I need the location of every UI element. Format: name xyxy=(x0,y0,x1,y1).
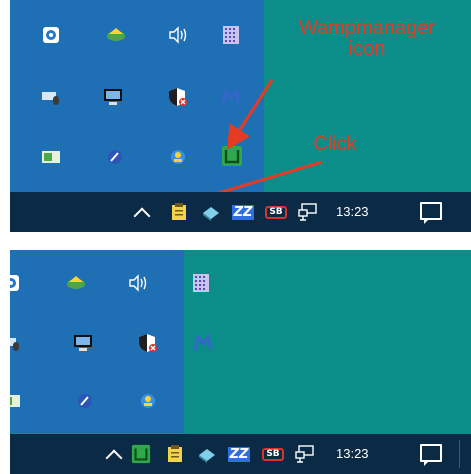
volume-icon[interactable] xyxy=(127,272,149,294)
taskbar: ZZ SB 13:23 xyxy=(10,192,471,232)
monitor-icon[interactable] xyxy=(72,332,94,354)
sb-icon[interactable]: SB xyxy=(262,443,284,465)
zend-label: ZZ xyxy=(231,204,255,220)
malwarebytes-icon[interactable] xyxy=(192,332,214,354)
storage-icon[interactable] xyxy=(196,443,218,465)
grid-app-icon[interactable] xyxy=(190,272,212,294)
security-app-icon[interactable] xyxy=(10,272,22,294)
clock[interactable]: 13:23 xyxy=(336,446,369,461)
clipboard-icon[interactable] xyxy=(164,443,186,465)
taskbar-divider xyxy=(459,440,460,468)
sb-label: SB xyxy=(262,447,284,461)
chevron-up-icon[interactable] xyxy=(105,449,123,467)
before-screenshot: Wampmanager icon Click ZZ SB 13:23 xyxy=(10,0,471,232)
action-center-icon[interactable] xyxy=(420,202,442,224)
arrow-to-wampmanager xyxy=(226,79,274,151)
action-center-icon[interactable] xyxy=(420,444,442,466)
network-icon[interactable] xyxy=(294,443,316,465)
keyboard-mouse-icon[interactable] xyxy=(10,332,22,354)
user-sync-icon[interactable] xyxy=(137,390,159,412)
wampmanager-icon[interactable] xyxy=(130,443,152,465)
pen-tablet-icon[interactable] xyxy=(74,390,96,412)
hidden-icons-popup xyxy=(10,250,213,433)
taskbar: ZZ SB 13:23 xyxy=(10,434,471,474)
network-globe-icon[interactable] xyxy=(65,272,87,294)
zend-icon[interactable]: ZZ xyxy=(227,443,251,465)
after-screenshot: ZZ SB 13:23 xyxy=(10,250,471,474)
zend-label: ZZ xyxy=(227,446,251,462)
chevron-up-icon[interactable] xyxy=(133,207,151,225)
display-settings-icon[interactable] xyxy=(10,390,22,412)
shield-error-icon[interactable] xyxy=(137,332,159,354)
clock[interactable]: 13:23 xyxy=(336,204,369,219)
sb-icon[interactable]: SB xyxy=(265,201,287,223)
zend-icon[interactable]: ZZ xyxy=(231,201,255,223)
storage-icon[interactable] xyxy=(200,201,222,223)
clipboard-icon[interactable] xyxy=(168,201,190,223)
network-icon[interactable] xyxy=(297,201,319,223)
sb-label: SB xyxy=(265,205,287,219)
